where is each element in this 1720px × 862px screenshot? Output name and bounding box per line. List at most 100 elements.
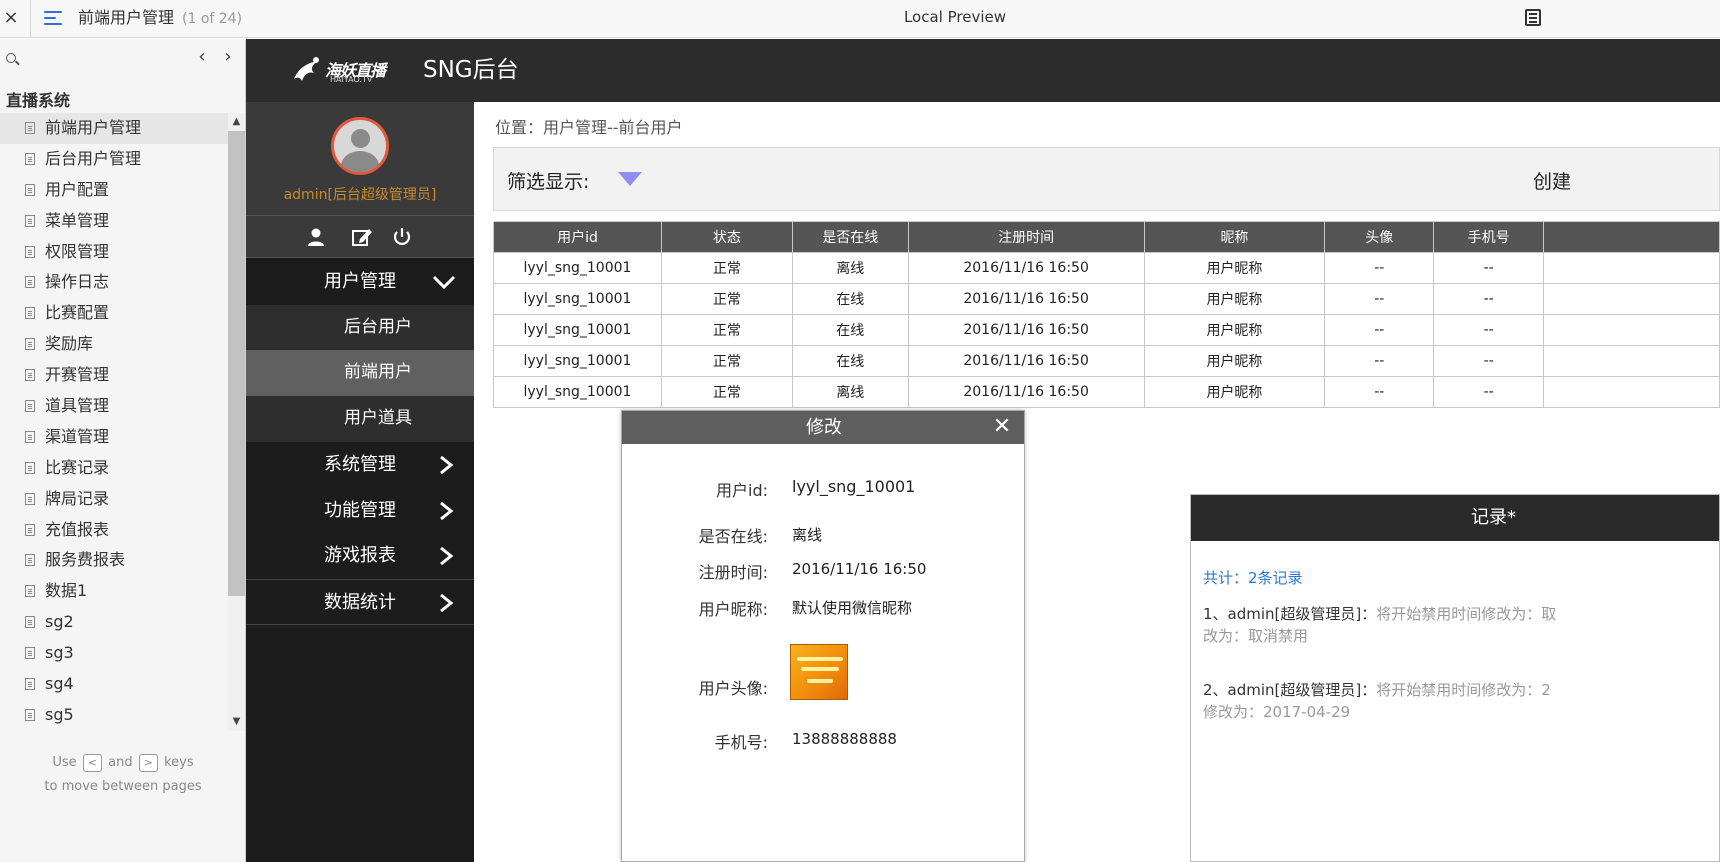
filter-bar: 筛选显示: 创建 xyxy=(493,147,1720,211)
menu-data-statistics[interactable]: 数据统计 xyxy=(246,578,474,625)
page-item[interactable]: 道具管理 xyxy=(0,391,228,422)
menu-function-management[interactable]: 功能管理 xyxy=(246,488,474,534)
search-icon xyxy=(6,53,16,63)
col-header[interactable]: 用户id xyxy=(493,221,662,253)
table-row[interactable]: lyyl_sng_10001 正常 在线 2016/11/16 16:50 用户昵称 --… xyxy=(493,283,1720,315)
document-icon xyxy=(25,152,35,165)
document-icon xyxy=(25,554,35,567)
chevron-down-icon xyxy=(432,275,456,290)
page-item[interactable]: 权限管理 xyxy=(0,237,228,268)
search-input[interactable] xyxy=(24,47,184,69)
next-page-button[interactable]: › xyxy=(219,47,237,69)
page-item[interactable]: sg2 xyxy=(0,607,228,638)
outline-icon[interactable] xyxy=(1525,9,1541,26)
user-id-value: lyyl_sng_10001 xyxy=(792,477,916,496)
app-header: 海妖直播 HAIYAO.TV SNG后台 xyxy=(246,39,1720,102)
page-item[interactable]: sg5 xyxy=(0,700,228,731)
page-list: 前端用户管理 后台用户管理 用户配置 菜单管理 权限管理 操作日志 比赛配置 奖… xyxy=(0,113,228,731)
page-item[interactable]: 开赛管理 xyxy=(0,360,228,391)
phone-label: 手机号: xyxy=(714,733,768,752)
col-header[interactable]: 注册时间 xyxy=(907,221,1145,253)
user-avatar-image[interactable] xyxy=(790,644,848,700)
mermaid-logo-icon xyxy=(294,57,319,81)
document-icon xyxy=(25,122,35,134)
col-header[interactable]: 昵称 xyxy=(1143,221,1326,253)
col-header[interactable]: 是否在线 xyxy=(791,221,909,253)
page-item[interactable]: 操作日志 xyxy=(0,267,228,298)
key-left: < xyxy=(82,754,102,772)
keyboard-hint: Use < and > keys to move between pages xyxy=(44,754,202,794)
page-item[interactable]: 前端用户管理 xyxy=(0,113,228,144)
document-title: 前端用户管理 (1 of 24) xyxy=(78,0,242,38)
reg-time-value: 2016/11/16 16:50 xyxy=(792,560,927,578)
page-item[interactable]: 充值报表 xyxy=(0,515,228,546)
document-title-text: 前端用户管理 xyxy=(78,8,175,27)
page-item[interactable]: 服务费报表 xyxy=(0,545,228,576)
document-icon xyxy=(25,338,35,351)
scrollbar-thumb[interactable] xyxy=(228,131,245,596)
page-item[interactable]: 渠道管理 xyxy=(0,422,228,453)
page-count: (1 of 24) xyxy=(182,11,243,27)
phone-value: 13888888888 xyxy=(792,730,897,748)
menu-system-management[interactable]: 系统管理 xyxy=(246,442,474,488)
document-icon xyxy=(25,183,35,196)
record-item: 2、admin[超级管理员]：将开始禁用时间修改为：2 xyxy=(1203,681,1551,699)
app-logo: 海妖直播 HAIYAO.TV xyxy=(290,53,390,89)
filter-dropdown-icon[interactable] xyxy=(618,172,642,186)
col-header[interactable]: 状态 xyxy=(660,221,793,253)
document-icon xyxy=(25,523,35,536)
sidebar-toggle-icon[interactable] xyxy=(44,9,64,29)
page-item[interactable]: sg3 xyxy=(0,638,228,669)
app-title: SNG后台 xyxy=(423,57,519,83)
user-table: 用户id 状态 是否在线 注册时间 昵称 头像 手机号 lyyl_sng_100… xyxy=(493,221,1720,408)
close-icon[interactable]: ✕ xyxy=(989,413,1015,441)
nickname-label: 用户昵称: xyxy=(698,600,768,619)
page-item[interactable]: 比赛记录 xyxy=(0,453,228,484)
key-right: > xyxy=(138,754,158,772)
page-item[interactable]: 牌局记录 xyxy=(0,484,228,515)
col-header[interactable] xyxy=(1543,221,1720,253)
menu-game-reports[interactable]: 游戏报表 xyxy=(246,533,474,579)
edit-dialog-title: 修改 xyxy=(622,411,1024,444)
table-row[interactable]: lyyl_sng_10001 正常 离线 2016/11/16 16:50 用户昵称 --… xyxy=(493,376,1720,408)
top-toolbar: × 前端用户管理 (1 of 24) Local Preview xyxy=(0,0,1720,38)
table-row[interactable]: lyyl_sng_10001 正常 离线 2016/11/16 16:50 用户昵称 --… xyxy=(493,252,1720,284)
document-icon xyxy=(25,400,35,413)
edit-icon[interactable] xyxy=(351,226,373,248)
page-item[interactable]: 数据1 xyxy=(0,576,228,607)
table-row[interactable]: lyyl_sng_10001 正常 在线 2016/11/16 16:50 用户昵称 --… xyxy=(493,314,1720,346)
document-icon xyxy=(25,430,35,443)
document-icon xyxy=(25,647,35,660)
avatar[interactable] xyxy=(331,117,389,175)
chevron-right-icon xyxy=(440,593,454,612)
page-item[interactable]: sg4 xyxy=(0,669,228,700)
record-panel: 记录* 共计：2条记录 1、admin[超级管理员]：将开始禁用时间修改为：取 … xyxy=(1190,494,1720,862)
record-panel-title: 记录* xyxy=(1471,507,1516,528)
page-item[interactable]: 菜单管理 xyxy=(0,206,228,237)
page-item[interactable]: 奖励库 xyxy=(0,329,228,360)
scroll-down-icon[interactable]: ▼ xyxy=(228,713,245,731)
table-row[interactable]: lyyl_sng_10001 正常 在线 2016/11/16 16:50 用户昵称 --… xyxy=(493,345,1720,377)
close-button[interactable]: × xyxy=(0,0,22,38)
menu-user-management[interactable]: 用户管理 xyxy=(246,259,474,305)
page-item[interactable]: 用户配置 xyxy=(0,175,228,206)
profile-tools xyxy=(246,215,474,258)
scroll-up-icon[interactable]: ▲ xyxy=(228,113,245,131)
toolbar-divider xyxy=(30,0,31,38)
page-item[interactable]: 比赛配置 xyxy=(0,298,228,329)
document-icon xyxy=(25,214,35,227)
col-header[interactable]: 手机号 xyxy=(1433,221,1545,253)
admin-name: admin[后台超级管理员] xyxy=(283,187,437,203)
menu-frontend-users[interactable]: 前端用户 xyxy=(246,350,474,397)
power-icon[interactable] xyxy=(391,226,413,248)
previous-page-button[interactable]: ‹ xyxy=(193,47,211,69)
menu-user-items[interactable]: 用户道具 xyxy=(246,396,474,442)
page-item[interactable]: 后台用户管理 xyxy=(0,144,228,175)
create-button[interactable]: 创建 xyxy=(1533,167,1571,194)
col-header[interactable]: 头像 xyxy=(1324,221,1435,253)
pages-sidebar: ‹ › 直播系统 前端用户管理 后台用户管理 用户配置 菜单管理 权限管理 操作… xyxy=(0,39,246,862)
chevron-right-icon xyxy=(440,455,454,474)
document-icon xyxy=(25,708,35,721)
menu-backend-users[interactable]: 后台用户 xyxy=(246,304,474,351)
user-icon[interactable] xyxy=(305,226,327,248)
